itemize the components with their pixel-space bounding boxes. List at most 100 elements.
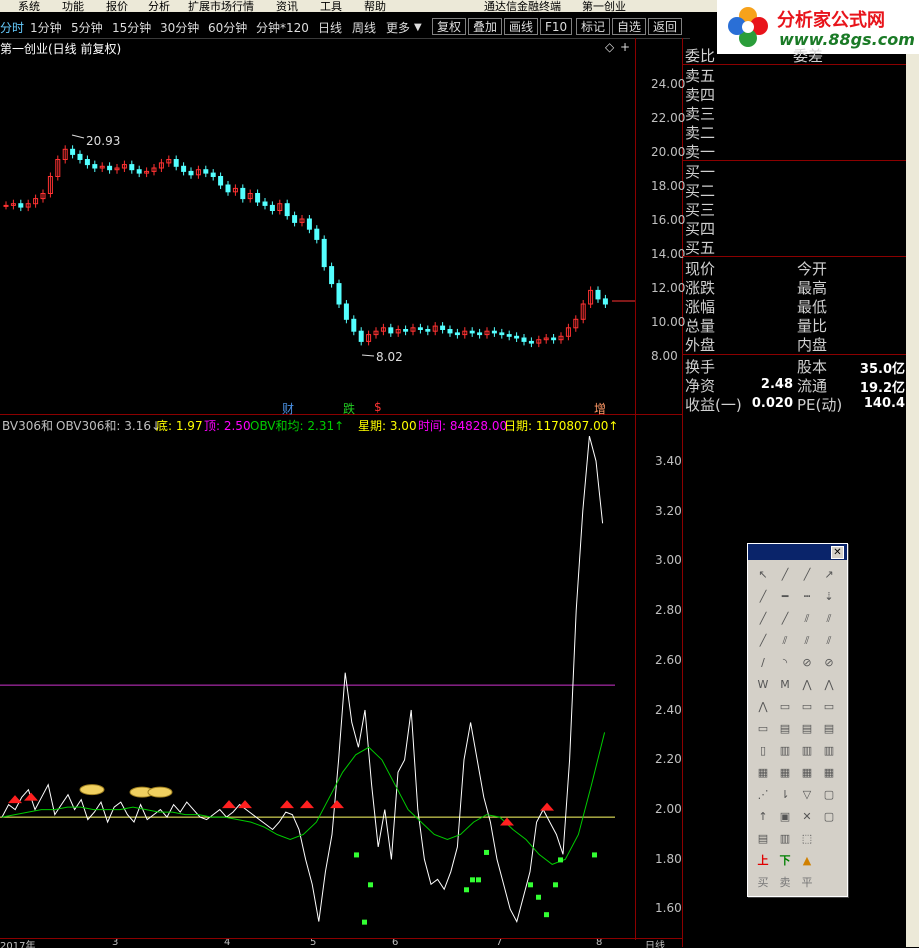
y-tick: 1.80 [655, 852, 682, 866]
drawing-tool-icon[interactable]: ⇂ [776, 786, 794, 804]
drawing-tool-icon[interactable]: ⫽ [820, 632, 838, 650]
drawing-tool-icon[interactable]: ⫽ [798, 632, 816, 650]
drawing-tool-icon[interactable]: ▭ [798, 698, 816, 716]
drawing-tool-icon[interactable]: ⋀ [754, 698, 772, 716]
period-tab-daily[interactable]: 日线 [318, 19, 342, 36]
drawing-tool-icon[interactable]: ▦ [754, 764, 772, 782]
drawing-tool-icon[interactable]: ▤ [798, 720, 816, 738]
drawing-tool-icon[interactable]: ▥ [776, 830, 794, 848]
mark-button[interactable]: 标记 [576, 18, 611, 35]
menu-item-analysis[interactable]: 分析 [148, 0, 170, 12]
drawing-tool-icon[interactable]: ▢ [820, 808, 838, 826]
drawing-tool-icon[interactable] [820, 852, 838, 870]
period-tab-30min[interactable]: 30分钟 [160, 19, 199, 36]
drawing-tool-icon[interactable]: ╱ [798, 566, 816, 584]
drawing-tool-icon[interactable]: ⬚ [798, 830, 816, 848]
drawing-tool-icon[interactable]: ▭ [776, 698, 794, 716]
drawing-tool-icon[interactable]: ⊘ [820, 654, 838, 672]
menu-item-news[interactable]: 资讯 [276, 0, 298, 12]
drawing-tool-icon[interactable]: ▥ [798, 742, 816, 760]
drawing-tool-icon[interactable]: ▥ [820, 742, 838, 760]
drawing-tool-icon[interactable]: ▢ [820, 786, 838, 804]
drawing-tool-icon[interactable]: ╱ [776, 566, 794, 584]
y-tick: 12.00 [651, 281, 686, 295]
overlay-button[interactable]: 叠加 [468, 18, 503, 35]
candle-body [77, 153, 83, 161]
drawing-tool-icon[interactable]: ⫽ [820, 610, 838, 628]
period-tab-5min[interactable]: 5分钟 [71, 19, 103, 36]
drawing-tool-icon[interactable]: ↗ [820, 566, 838, 584]
drawing-tool-icon[interactable]: ⊘ [798, 654, 816, 672]
candle-body [314, 228, 320, 240]
drawing-tool-icon[interactable]: ⇣ [820, 588, 838, 606]
watchlist-button[interactable]: 自选 [612, 18, 647, 35]
sell-tool-label[interactable]: 卖 [776, 874, 794, 892]
main-chart-bottom-border [0, 414, 682, 415]
period-tab-60min[interactable]: 60分钟 [208, 19, 247, 36]
menu-item-help[interactable]: 帮助 [364, 0, 386, 12]
drawing-tool-icon[interactable]: ▣ [776, 808, 794, 826]
marker-increase[interactable]: 增 [594, 400, 606, 417]
adjust-price-button[interactable]: 复权 [432, 18, 467, 35]
drawing-tool-icon[interactable]: ▯ [754, 742, 772, 760]
drawing-tool-palette[interactable]: ✕ ↖ ╱ ╱ ↗ ╱ ━ ┅ ⇣ ╱ ╱ ⫽ ⫽ ╱ ⫽ ⫽ ⫽ ∕ ◝ ⊘ ⊘ W M ⋀ ⋀ ⋀ ▭ ▭ ▭ ▭ ▤ ▤ ▤ ▯ ▥ ▥ ▥ ▦ ▦… [747, 543, 848, 897]
period-tab-120min[interactable]: 分钟*120 [256, 19, 309, 36]
menu-item-function[interactable]: 功能 [62, 0, 84, 12]
drawing-tool-icon[interactable]: ▽ [798, 786, 816, 804]
drawing-tool-icon[interactable]: ▲ [798, 852, 816, 870]
more-dropdown-icon[interactable]: ▼ [414, 22, 422, 33]
drawing-tool-icon[interactable]: ∕ [754, 654, 772, 672]
marker-drop[interactable]: 跌 [343, 400, 355, 417]
marker-finance[interactable]: 财 [282, 400, 294, 417]
drawing-tool-icon[interactable]: W [754, 676, 772, 694]
drawing-tool-icon[interactable]: ▥ [776, 742, 794, 760]
drawing-tool-icon[interactable]: ╱ [776, 610, 794, 628]
low-pointer [361, 354, 375, 357]
period-tab-more[interactable]: 更多 [386, 19, 410, 36]
drawing-tool-icon[interactable]: ╱ [754, 632, 772, 650]
menu-item-quote[interactable]: 报价 [106, 0, 128, 12]
flat-tool-label[interactable]: 平 [798, 874, 816, 892]
drawing-tool-icon[interactable]: ▭ [820, 698, 838, 716]
drawing-tool-icon[interactable]: ┅ [798, 588, 816, 606]
drawing-tool-icon[interactable]: 下 [776, 852, 794, 870]
period-tab-1min[interactable]: 1分钟 [30, 19, 62, 36]
drawing-tool-icon[interactable]: ↖ [754, 566, 772, 584]
f10-button[interactable]: F10 [540, 18, 573, 35]
drawing-tool-icon[interactable]: ▦ [798, 764, 816, 782]
drawing-tool-icon[interactable]: ▦ [820, 764, 838, 782]
period-tab-15min[interactable]: 15分钟 [112, 19, 151, 36]
drawing-tool-icon[interactable]: ⋀ [820, 676, 838, 694]
drawing-tool-icon[interactable]: ⋀ [798, 676, 816, 694]
menu-item-tools[interactable]: 工具 [320, 0, 342, 12]
drawing-tool-icon[interactable]: ━ [776, 588, 794, 606]
drawing-tool-icon[interactable] [820, 830, 838, 848]
drawing-tool-icon[interactable]: ↑ [754, 808, 772, 826]
period-tab-timeshare[interactable]: 分时 [0, 19, 24, 36]
period-tab-weekly[interactable]: 周线 [352, 19, 376, 36]
drawing-tool-icon[interactable]: ▤ [820, 720, 838, 738]
obv-indicator-chart[interactable] [0, 431, 635, 940]
drawing-tool-icon[interactable]: ▤ [776, 720, 794, 738]
drawing-tool-icon[interactable]: ▦ [776, 764, 794, 782]
candlestick-chart[interactable] [0, 38, 635, 414]
marker-dollar[interactable]: $ [374, 400, 382, 414]
drawing-tool-icon[interactable]: ▤ [754, 830, 772, 848]
drawing-tool-icon[interactable]: ╱ [754, 610, 772, 628]
back-button[interactable]: 返回 [648, 18, 683, 35]
drawing-tool-icon[interactable]: 上 [754, 852, 772, 870]
drawing-tool-icon[interactable]: M [776, 676, 794, 694]
menu-item-extended-market[interactable]: 扩展市场行情 [188, 0, 254, 12]
menu-item-system[interactable]: 系统 [18, 0, 40, 12]
draw-line-button[interactable]: 画线 [504, 18, 539, 35]
drawing-tool-icon[interactable]: ⫽ [798, 610, 816, 628]
drawing-tool-icon[interactable]: ⫽ [776, 632, 794, 650]
close-icon[interactable]: ✕ [831, 546, 844, 559]
drawing-tool-icon[interactable]: ◝ [776, 654, 794, 672]
drawing-tool-icon[interactable]: ╱ [754, 588, 772, 606]
buy-tool-label[interactable]: 买 [754, 874, 772, 892]
drawing-tool-icon[interactable]: ✕ [798, 808, 816, 826]
drawing-tool-icon[interactable]: ▭ [754, 720, 772, 738]
palette-titlebar[interactable]: ✕ [748, 544, 847, 560]
drawing-tool-icon[interactable]: ⋰ [754, 786, 772, 804]
